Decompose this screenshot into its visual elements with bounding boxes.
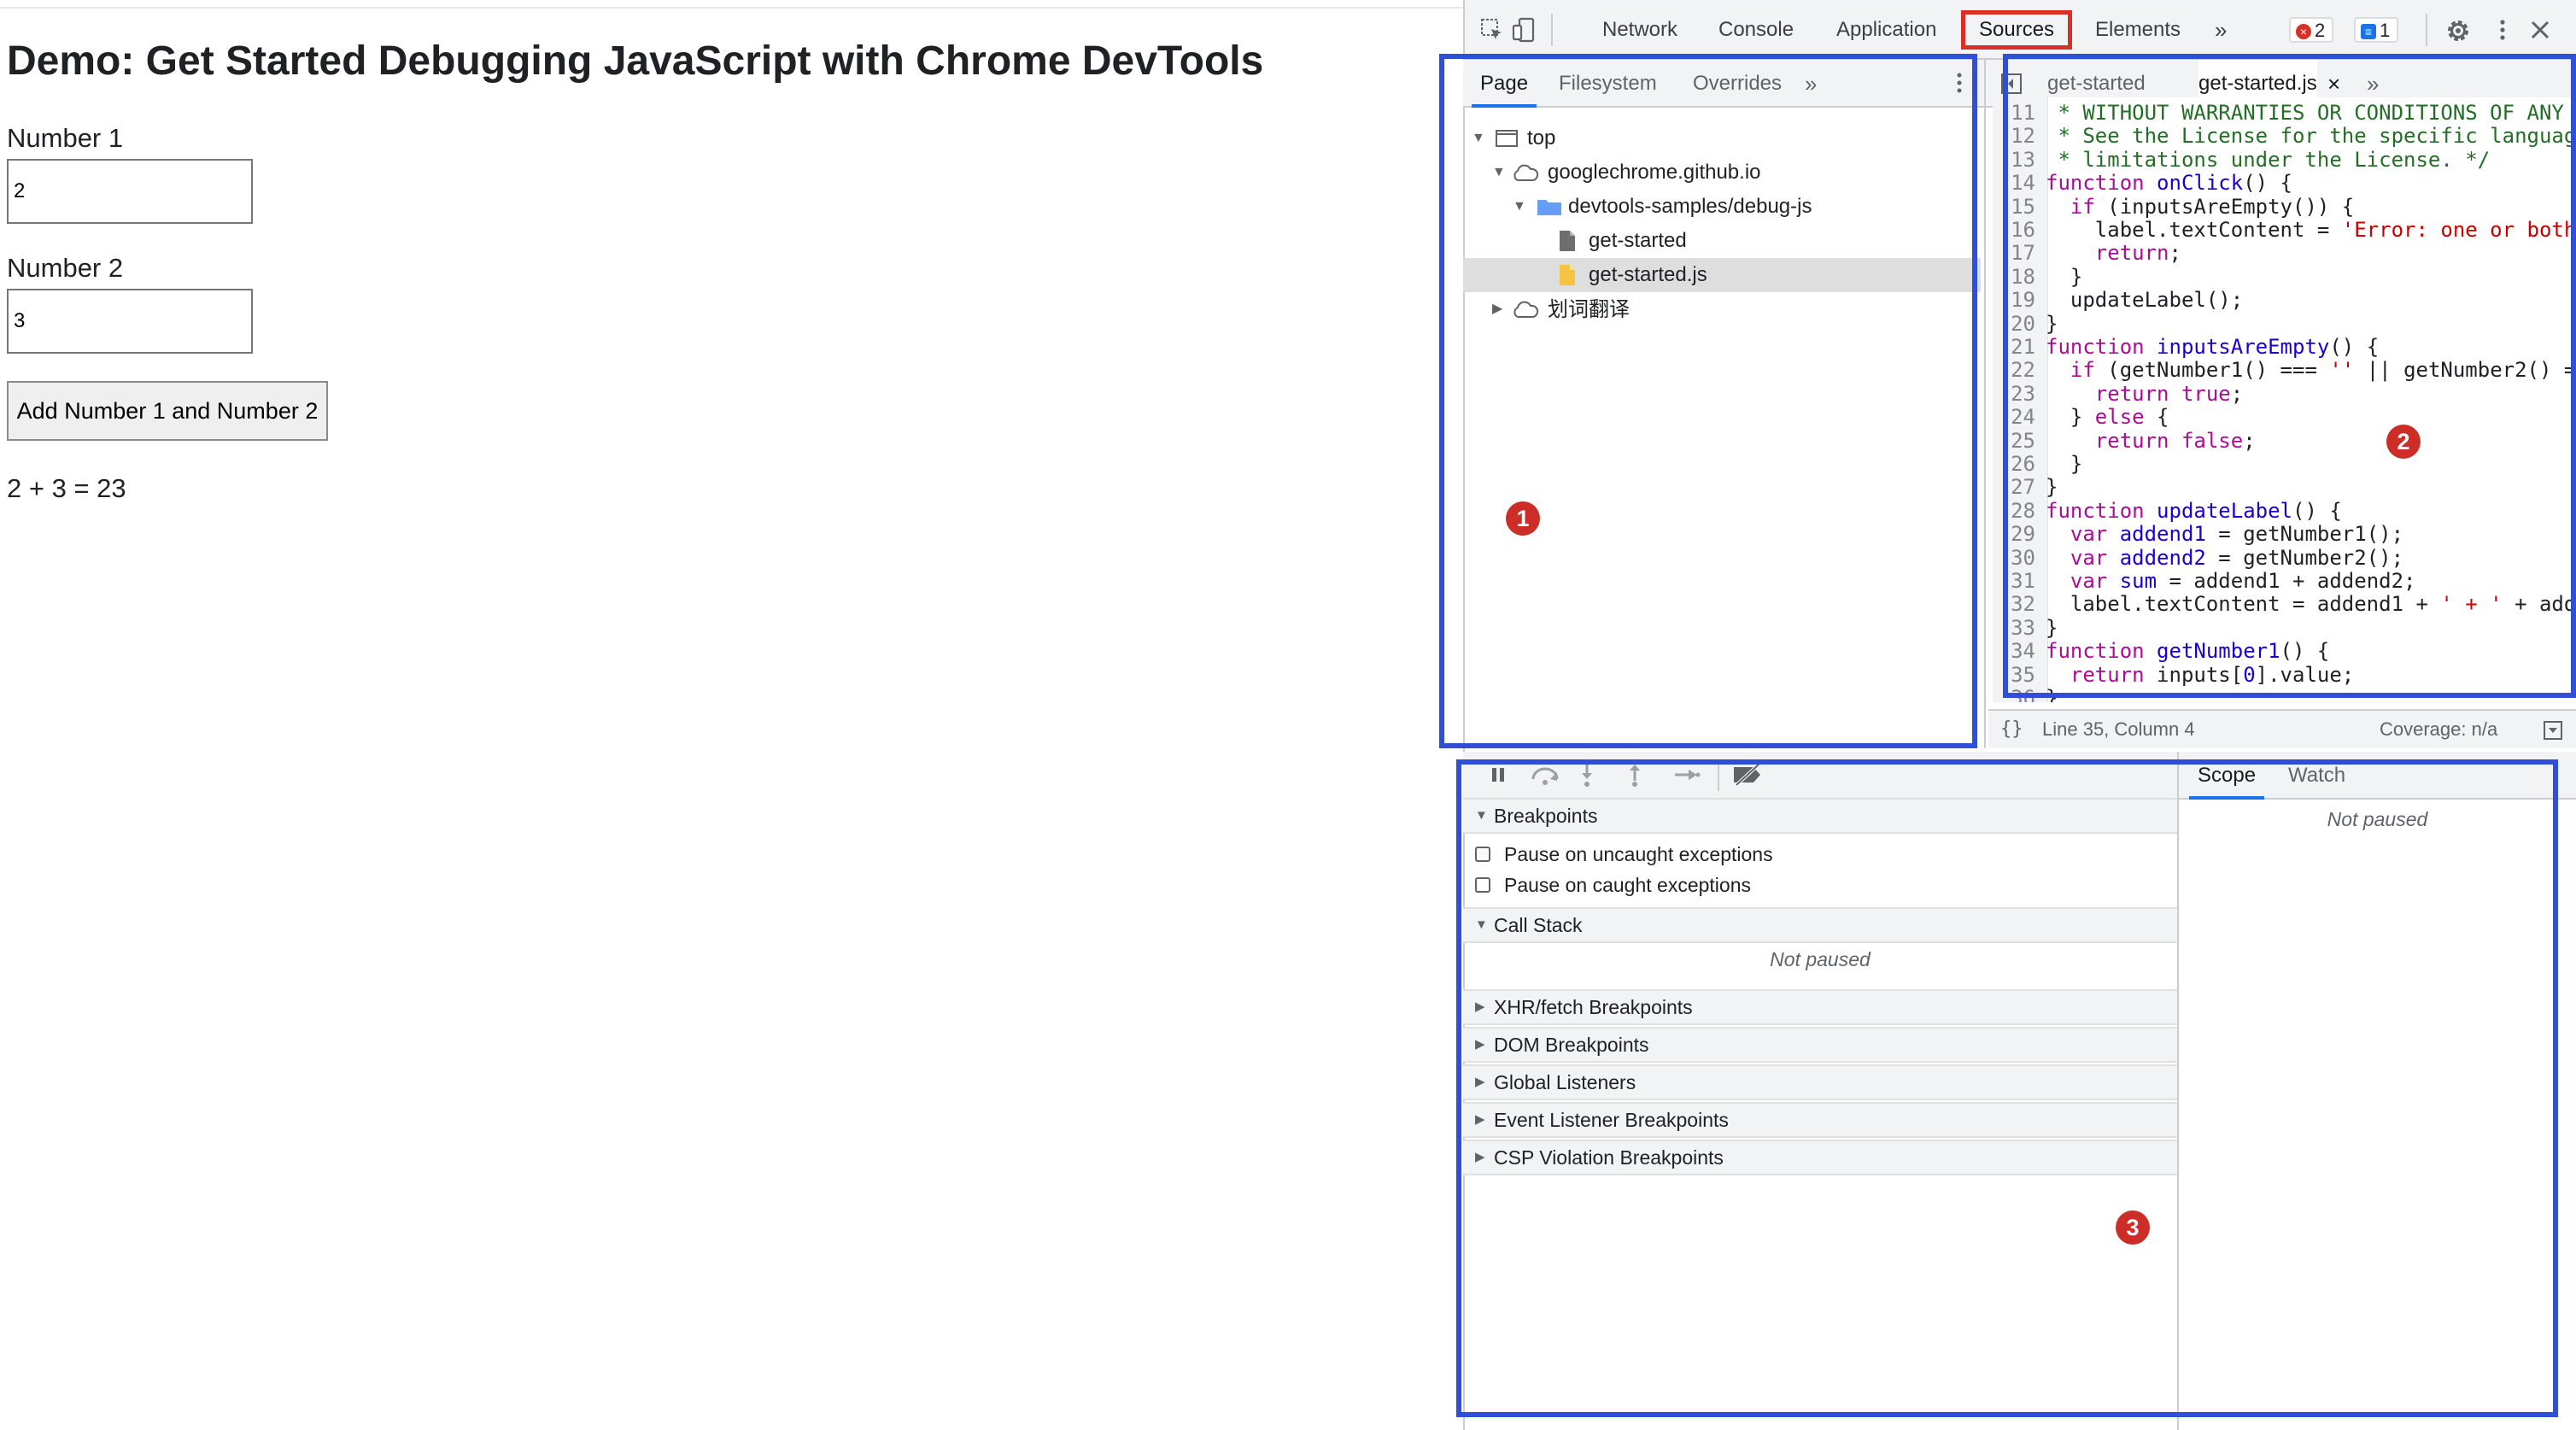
- message-icon: ≡: [2361, 24, 2376, 40]
- coverage-status: Coverage: n/a: [2380, 718, 2498, 740]
- sources-tab-highlight: [1961, 10, 2072, 50]
- errors-badge[interactable]: × 2: [2289, 17, 2334, 43]
- page-title: Demo: Get Started Debugging JavaScript w…: [7, 38, 1264, 84]
- annotation-box-navigator: [1439, 54, 1977, 748]
- errors-count: 2: [2315, 20, 2326, 41]
- cursor-position: Line 35, Column 4: [2042, 718, 2195, 740]
- tab-elements[interactable]: Elements: [2095, 0, 2181, 60]
- tab-console[interactable]: Console: [1718, 0, 1794, 60]
- annotation-box-debugger: [1456, 759, 2558, 1417]
- tab-application[interactable]: Application: [1836, 0, 1936, 60]
- close-icon[interactable]: [2527, 17, 2553, 43]
- gear-icon[interactable]: [2444, 17, 2472, 44]
- annotation-badge-2: 2: [2386, 425, 2421, 459]
- toolbar-separator: [2426, 14, 2427, 46]
- number1-input[interactable]: 2: [7, 159, 253, 224]
- toggle-debugger-icon[interactable]: [2544, 721, 2562, 740]
- annotation-badge-1: 1: [1506, 501, 1540, 536]
- customize-menu-icon[interactable]: [2490, 17, 2515, 43]
- annotation-box-editor: [2003, 54, 2576, 698]
- result-label: 2 + 3 = 23: [7, 473, 126, 503]
- demo-page: Demo: Get Started Debugging JavaScript w…: [0, 0, 1463, 1430]
- annotation-badge-3: 3: [2116, 1210, 2150, 1245]
- pane-divider: [1984, 60, 1986, 748]
- number2-input[interactable]: 3: [7, 289, 253, 354]
- toolbar-separator: [1551, 14, 1553, 46]
- more-tabs-chevron-icon[interactable]: »: [2215, 0, 2227, 60]
- number1-label: Number 1: [7, 123, 124, 153]
- inspect-element-icon[interactable]: [1479, 17, 1505, 43]
- device-toolbar-icon[interactable]: [1512, 17, 1537, 43]
- error-icon: ×: [2296, 24, 2311, 40]
- messages-badge[interactable]: ≡ 1: [2354, 17, 2399, 43]
- editor-status-bar: {} Line 35, Column 4 Coverage: n/a: [1988, 709, 2576, 748]
- pretty-print-icon[interactable]: {}: [2000, 711, 2023, 748]
- add-numbers-button[interactable]: Add Number 1 and Number 2: [7, 381, 328, 441]
- number2-label: Number 2: [7, 253, 124, 283]
- tab-network[interactable]: Network: [1602, 0, 1677, 60]
- messages-count: 1: [2380, 20, 2391, 41]
